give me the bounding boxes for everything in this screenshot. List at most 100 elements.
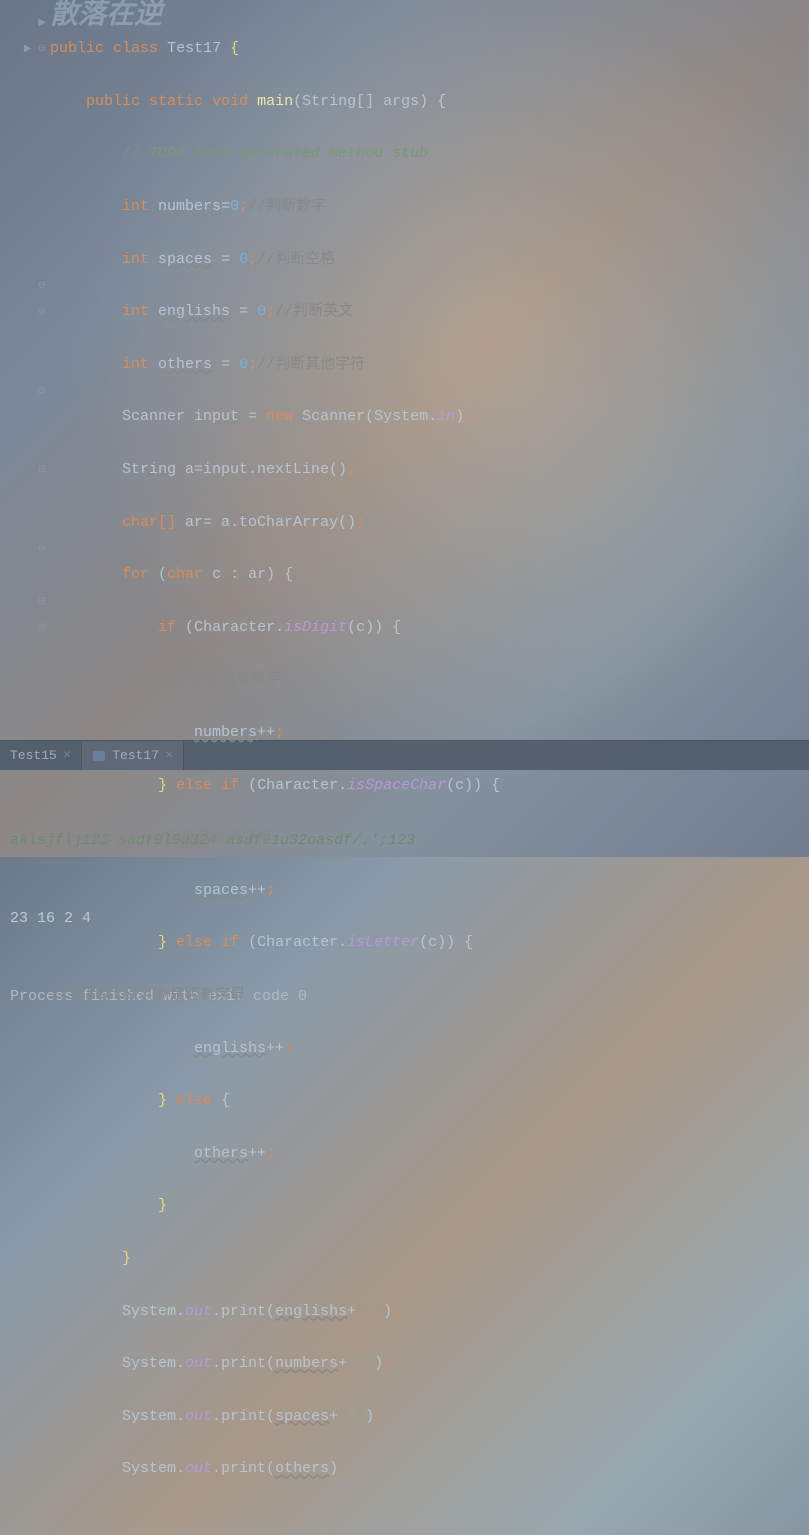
gutter-fold-icon[interactable]: ⊟ [0,615,50,641]
brace: { [383,619,401,636]
field: out [185,1408,212,1425]
method: isLetter [347,934,419,951]
op: ++ [257,724,275,741]
brace: { [230,40,239,57]
paren: ) [365,1408,374,1425]
brace: { [482,777,500,794]
class-name: Test17 [167,40,221,57]
op: ++ [266,1040,284,1057]
field: out [185,1355,212,1372]
code: .print( [212,1408,275,1425]
comment: //判断其他字符 [257,356,365,373]
gutter-fold-icon[interactable]: ⊟ [0,378,50,404]
field: out [185,1303,212,1320]
gutter-fold-icon[interactable]: ⊖ [0,299,50,325]
params: (String[] args) [293,93,428,110]
code: ar= a.toCharArray() [176,514,356,531]
semi: ; [374,1408,383,1425]
op: + [329,1408,338,1425]
var: others [194,1145,248,1162]
op: = [212,356,239,373]
string: " " [338,1408,365,1425]
paren: )) [437,934,455,951]
code: .print( [212,1303,275,1320]
brace: } [158,777,167,794]
semi: ; [347,461,356,478]
method-name: main [257,93,293,110]
op: + [338,1355,347,1372]
comment: //判断英文 [275,303,353,320]
gutter-run-icon[interactable]: ▶ ⊖ [0,36,50,62]
var: c [428,934,437,951]
number: 0 [230,198,239,215]
todo-comment: TODO Auto-generated method stub [140,145,428,162]
semi: ; [392,1303,401,1320]
field: in [437,408,455,425]
semi: ; [266,303,275,320]
var: numbers [158,198,221,215]
keyword: else [167,777,221,794]
brace: { [437,93,446,110]
keyword: void [212,93,248,110]
var: c [455,777,464,794]
var: numbers [194,724,257,741]
field: out [185,1460,212,1477]
number: 0 [257,303,266,320]
semi: ; [248,356,257,373]
semi: ; [284,1040,293,1057]
var: englishs [275,1303,347,1320]
op: = [221,198,230,215]
op: ++ [248,1145,266,1162]
paren: ( [239,934,257,951]
paren: ) [266,566,275,583]
var: englishs [194,1040,266,1057]
paren: )) [365,619,383,636]
code: .print( [212,1460,275,1477]
class: Character. [257,934,347,951]
code-content[interactable]: public class Test17 { public static void… [50,0,809,740]
keyword: int [122,303,149,320]
semi: ; [248,251,257,268]
var: englishs [158,303,230,320]
gutter-fold-icon[interactable]: ⊖ [0,273,50,299]
semi: ; [266,1145,275,1162]
gutter-fold-icon[interactable]: ⊟ [0,457,50,483]
semi: ; [356,514,365,531]
string: " " [347,1355,374,1372]
brackets: [] [158,514,176,531]
keyword: if [221,934,239,951]
keyword: public [86,93,140,110]
code: System. [122,1460,185,1477]
gutter-fold-icon[interactable]: ⊖ [0,536,50,562]
var: others [158,356,212,373]
paren: ) [329,1460,338,1477]
semi: ; [239,198,248,215]
comment: //判断数字 [248,198,326,215]
paren: ( [239,777,257,794]
brace: { [221,1092,230,1109]
keyword: int [122,198,149,215]
code: .print( [212,1355,275,1372]
number: 0 [239,251,248,268]
op: + [347,1303,356,1320]
semi: ; [464,408,473,425]
paren: )) [464,777,482,794]
class: Character. [257,777,347,794]
brace: { [455,934,473,951]
keyword: else [167,1092,221,1109]
method: isSpaceChar [347,777,446,794]
semi: ; [383,1355,392,1372]
class: Character. [194,619,284,636]
code: String a=input.nextLine() [122,461,347,478]
keyword-public: public [50,40,104,57]
gutter-fold-icon[interactable]: ⊟ [0,589,50,615]
paren: ( [347,619,356,636]
op: = [230,303,257,320]
code-editor[interactable]: ▶ ▶ ⊖ ⊖ ⊖ ⊟ ⊟ ⊖ ⊟ ⊟ public class Test17 … [0,0,809,740]
semi: ; [275,724,284,741]
paren: ( [446,777,455,794]
gutter-run-icon[interactable]: ▶ [0,10,50,36]
method: isDigit [284,619,347,636]
semi: ; [338,1460,347,1477]
semi: ; [266,882,275,899]
